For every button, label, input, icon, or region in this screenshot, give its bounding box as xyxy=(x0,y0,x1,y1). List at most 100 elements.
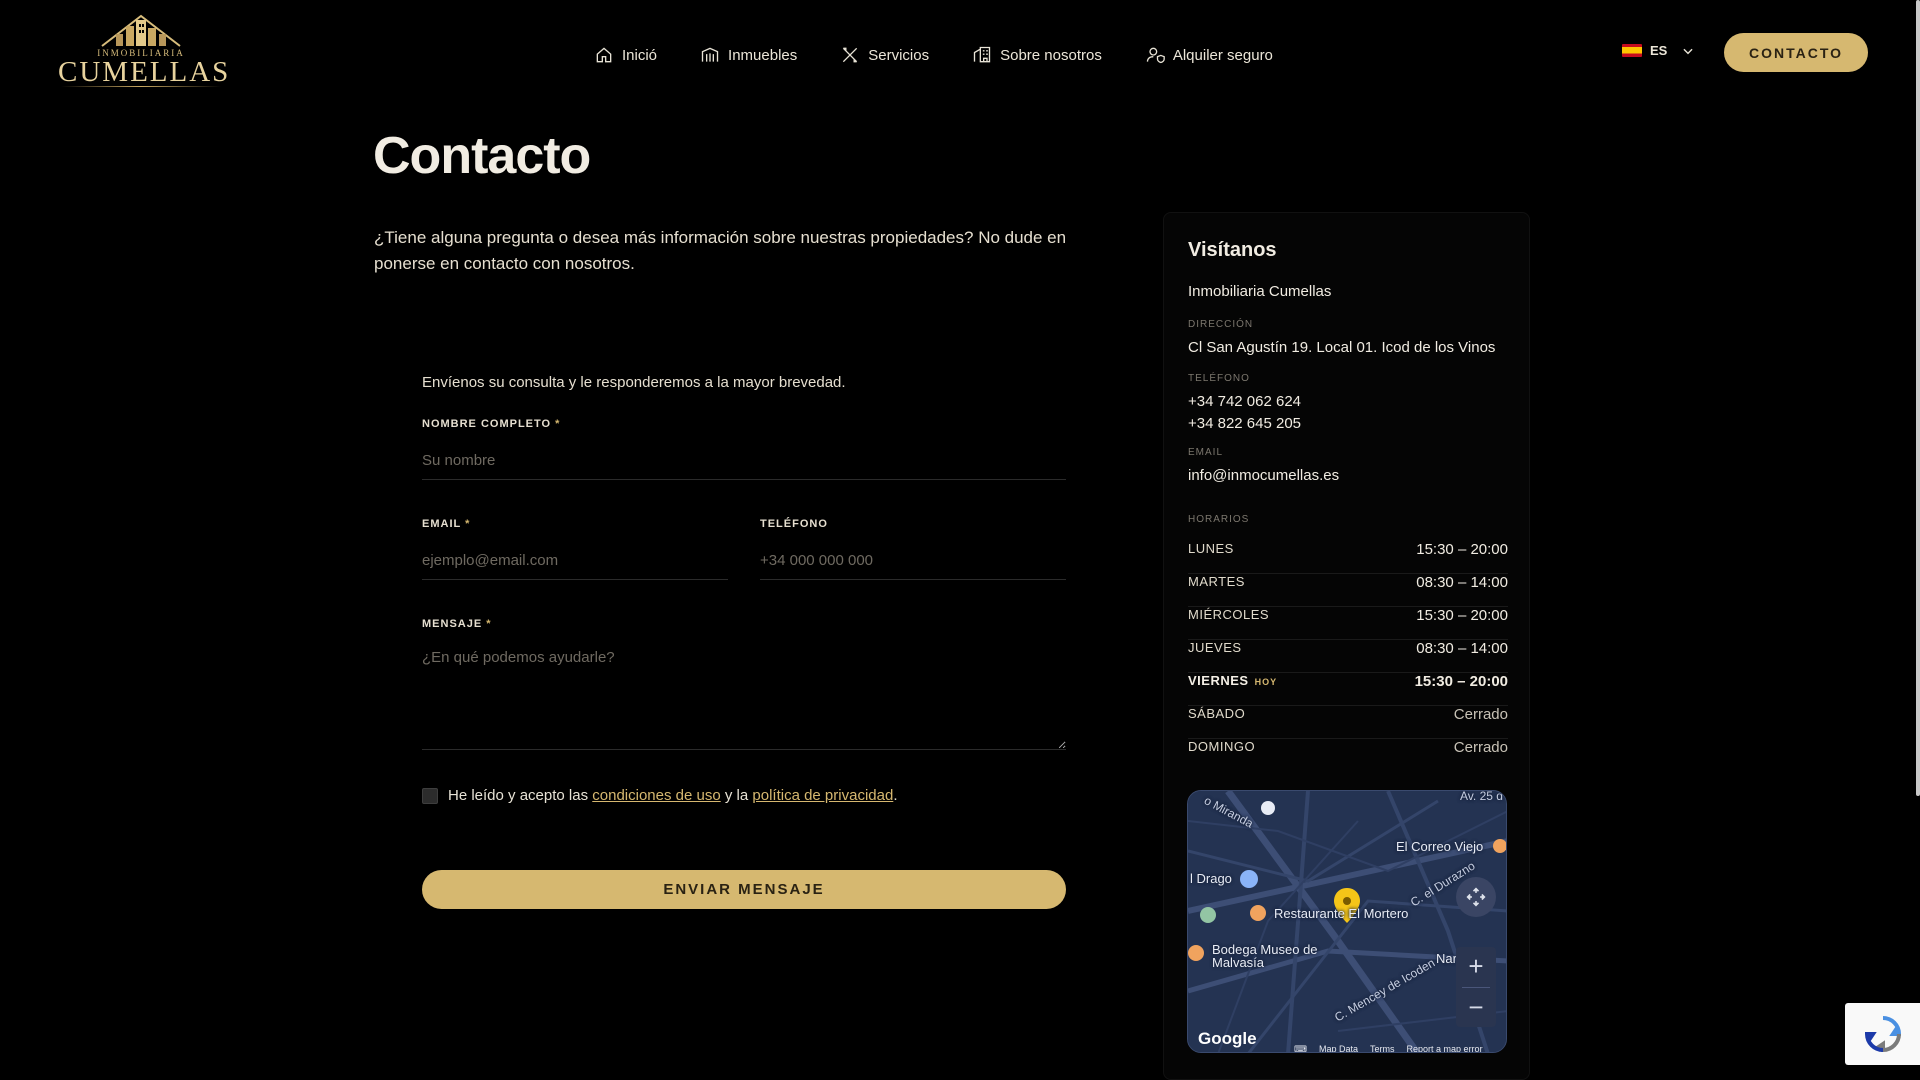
expand-icon xyxy=(1466,887,1486,907)
nav-item-label: Inmuebles xyxy=(728,46,798,64)
message-textarea[interactable] xyxy=(422,640,1066,750)
address-label: DIRECCIÓN xyxy=(1188,319,1254,330)
consent-checkbox[interactable] xyxy=(422,787,438,804)
hours-time: 15:30 – 20:00 xyxy=(1416,541,1508,558)
nav-item-inmuebles[interactable]: Inmuebles xyxy=(700,45,797,65)
card-title: Visítanos xyxy=(1188,239,1277,261)
map-label-correo-viejo: El Correo Viejo xyxy=(1396,839,1484,854)
consent-text: He leído y acepto las condiciones de uso… xyxy=(448,787,897,804)
email-label-text: EMAIL xyxy=(422,518,462,530)
hours-day: DOMINGO xyxy=(1188,739,1256,754)
hours-day: SÁBADO xyxy=(1188,706,1246,721)
hours-time: 15:30 – 20:00 xyxy=(1416,607,1508,624)
zoom-in-button[interactable]: + xyxy=(1456,947,1496,987)
hours-day: MARTES xyxy=(1188,574,1245,589)
send-message-button[interactable]: ENVIAR MENSAJE xyxy=(422,870,1066,909)
spain-flag-icon xyxy=(1622,44,1642,57)
phone-label: TELÉFONO xyxy=(760,518,828,530)
name-label-text: NOMBRE COMPLETO xyxy=(422,418,552,430)
consent-mid: y la xyxy=(724,787,749,804)
hours-row-monday: LUNES 15:30 – 20:00 xyxy=(1188,541,1508,574)
language-code: ES xyxy=(1650,43,1668,58)
user-shield-icon xyxy=(1146,47,1165,64)
hours-row-tuesday: MARTES 08:30 – 14:00 xyxy=(1188,574,1508,607)
consent-prefix: He leído y acepto las xyxy=(448,787,589,804)
phone-link-2[interactable]: +34 822 645 205 xyxy=(1188,415,1301,432)
map-zoom-control: + − xyxy=(1456,947,1496,1027)
hours-time: Cerrado xyxy=(1453,706,1508,723)
nav-item-alquiler-seguro[interactable]: Alquiler seguro xyxy=(1145,45,1273,65)
required-mark: * xyxy=(465,518,471,530)
consent-row: He leído y acepto las condiciones de uso… xyxy=(422,787,897,804)
page-title: Contacto xyxy=(373,127,591,185)
hours-day: VIERNES HOY xyxy=(1188,673,1277,688)
message-label-text: MENSAJE xyxy=(422,618,483,630)
google-logo: Google xyxy=(1198,1029,1257,1048)
consent-suffix: . xyxy=(893,787,898,804)
site-logo[interactable]: INMOBILIARIA CUMELLAS xyxy=(58,12,231,94)
nav-item-servicios[interactable]: Servicios xyxy=(840,45,929,65)
email-link[interactable]: info@inmocumellas.es xyxy=(1188,467,1339,484)
required-mark: * xyxy=(486,618,492,630)
name-input[interactable] xyxy=(422,442,1066,480)
map-report-link[interactable]: Report a map error xyxy=(1407,1044,1483,1052)
required-mark: * xyxy=(555,418,561,430)
page-intro: ¿Tiene alguna pregunta o desea más infor… xyxy=(374,228,1067,273)
email-info-label: EMAIL xyxy=(1188,447,1224,458)
map-data-link[interactable]: Map Data xyxy=(1319,1044,1358,1052)
home-icon xyxy=(596,47,612,63)
hours-row-wednesday: MIÉRCOLES 15:30 – 20:00 xyxy=(1188,607,1508,640)
hours-label: HORARIOS xyxy=(1188,514,1250,525)
hours-day: MIÉRCOLES xyxy=(1188,607,1270,622)
nav-item-label: Alquiler seguro xyxy=(1172,46,1273,64)
recaptcha-badge[interactable] xyxy=(1845,1003,1920,1065)
hours-time: 08:30 – 14:00 xyxy=(1416,640,1508,657)
today-badge: HOY xyxy=(1254,677,1278,687)
map-fullscreen-button[interactable] xyxy=(1456,877,1496,917)
logo-name: CUMELLAS xyxy=(58,56,231,88)
hours-row-saturday: SÁBADO Cerrado xyxy=(1188,706,1508,739)
office-icon xyxy=(973,46,991,63)
nav-item-label: Sobre nosotros xyxy=(1000,46,1102,64)
zoom-out-button[interactable]: − xyxy=(1456,988,1496,1028)
map-label-nar: Nar xyxy=(1436,951,1457,966)
phone-label-text: TELÉFONO xyxy=(760,518,828,530)
hours-time: Cerrado xyxy=(1453,739,1508,756)
hours-row-friday: VIERNES HOY 15:30 – 20:00 xyxy=(1188,673,1508,706)
recaptcha-icon xyxy=(1864,1016,1901,1053)
phone-link-1[interactable]: +34 742 062 624 xyxy=(1188,393,1301,410)
terms-link[interactable]: condiciones de uso xyxy=(592,787,720,804)
nav-item-sobre-nosotros[interactable]: Sobre nosotros xyxy=(972,45,1102,65)
hours-time: 15:30 – 20:00 xyxy=(1414,673,1508,690)
hours-day-label: VIERNES xyxy=(1188,673,1249,688)
nav-item-inicio[interactable]: Inició xyxy=(594,45,657,65)
privacy-link[interactable]: política de privacidad xyxy=(752,787,893,804)
name-label: NOMBRE COMPLETO * xyxy=(422,418,560,430)
nav-item-label: Inició xyxy=(622,46,658,64)
main-nav: Inició Inmuebles Servicios Sobre nosotro… xyxy=(594,40,1316,70)
map-label-restaurant: Restaurante El Mortero xyxy=(1274,906,1409,921)
hours-day: LUNES xyxy=(1188,541,1234,556)
hours-time: 08:30 – 14:00 xyxy=(1416,574,1508,591)
phone-input[interactable] xyxy=(760,542,1066,580)
logo-buildings-icon xyxy=(101,14,181,47)
email-label: EMAIL * xyxy=(422,518,470,530)
email-input[interactable] xyxy=(422,542,728,580)
hours-day: JUEVES xyxy=(1188,640,1242,655)
form-lead: Envíenos su consulta y le responderemos … xyxy=(422,374,846,391)
hours-row-thursday: JUEVES 08:30 – 14:00 xyxy=(1188,640,1508,673)
location-map[interactable]: o Miranda Av. 25 d El Correo Viejo l Dra… xyxy=(1187,790,1507,1053)
phone-info-label: TELÉFONO xyxy=(1188,373,1250,384)
header-contact-button[interactable]: CONTACTO xyxy=(1724,33,1868,72)
hours-row-sunday: DOMINGO Cerrado xyxy=(1188,739,1508,772)
site-header: INMOBILIARIA CUMELLAS Inició Inmuebles S… xyxy=(0,0,1920,108)
nav-item-label: Servicios xyxy=(868,46,930,64)
keyboard-icon[interactable]: ⌨ xyxy=(1294,1044,1307,1052)
page-scrollbar[interactable] xyxy=(1916,0,1920,796)
address-value: Cl San Agustín 19. Local 01. Icod de los… xyxy=(1188,339,1496,356)
map-terms-link[interactable]: Terms xyxy=(1370,1044,1395,1052)
language-selector[interactable]: ES xyxy=(1622,43,1695,58)
map-footer: ⌨ Map Data Terms Report a map error xyxy=(1294,1044,1483,1052)
map-label-bodega: Bodega Museo de Malvasía xyxy=(1212,942,1318,970)
company-name: Inmobiliaria Cumellas xyxy=(1188,283,1332,300)
